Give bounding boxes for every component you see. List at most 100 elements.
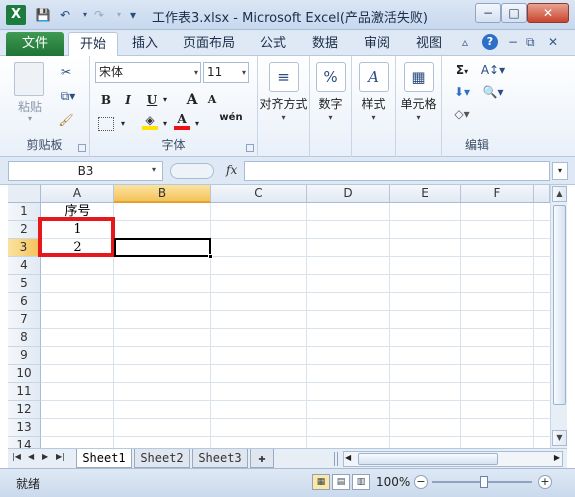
row-header-9[interactable]: 9	[8, 347, 41, 365]
paste-dropdown-icon[interactable]: ▾	[28, 114, 32, 123]
font-size-combo[interactable]: 11 ▾	[203, 62, 249, 83]
clipboard-launcher-icon[interactable]	[78, 144, 86, 152]
excel-logo-icon[interactable]: X	[6, 5, 26, 25]
scroll-right-icon[interactable]: ▶	[554, 453, 560, 462]
redo-icon[interactable]: ↷	[90, 6, 108, 24]
tab-page-layout[interactable]: 页面布局	[176, 32, 242, 56]
fill-color-icon[interactable]: ◈	[142, 112, 158, 130]
column-header-b[interactable]: B	[114, 185, 211, 203]
doc-close-icon[interactable]: ✕	[548, 35, 558, 49]
vertical-scroll-thumb[interactable]	[553, 205, 566, 405]
row-header-10[interactable]: 10	[8, 365, 41, 383]
copy-icon[interactable]: ⧉▾	[56, 86, 80, 106]
fill-icon[interactable]: ⬇▾	[450, 82, 474, 102]
borders-icon[interactable]	[98, 117, 114, 131]
row-header-12[interactable]: 12	[8, 401, 41, 419]
grow-font-button[interactable]: A	[184, 90, 200, 110]
row-header-1[interactable]: 1	[8, 203, 41, 221]
normal-view-icon[interactable]: ▦	[312, 474, 330, 490]
tab-file[interactable]: 文件	[6, 32, 64, 56]
row-header-14[interactable]: 14	[8, 437, 41, 448]
sheet-tab-sheet2[interactable]: Sheet2	[134, 449, 190, 468]
paste-button[interactable]: 粘贴	[10, 98, 50, 115]
autosum-button[interactable]: Σ▾	[450, 60, 474, 80]
formula-input[interactable]	[244, 161, 550, 181]
tab-home[interactable]: 开始	[68, 32, 118, 57]
tab-review[interactable]: 审阅	[354, 32, 400, 56]
italic-button[interactable]: I	[120, 90, 136, 110]
find-select-icon[interactable]: 🔍▾	[480, 82, 506, 102]
select-all-corner[interactable]	[8, 185, 41, 203]
active-cell-B3[interactable]	[114, 238, 211, 257]
doc-restore-icon[interactable]: ⧉	[526, 35, 535, 50]
format-painter-icon[interactable]: 🖌	[56, 110, 76, 130]
row-header-4[interactable]: 4	[8, 257, 41, 275]
undo-icon[interactable]: ↶	[56, 6, 74, 24]
name-box[interactable]: B3	[8, 161, 163, 181]
column-header-c[interactable]: C	[211, 185, 307, 203]
doc-minimize-icon[interactable]: −	[508, 35, 518, 49]
tab-formulas[interactable]: 公式	[250, 32, 296, 56]
zoom-in-icon[interactable]: +	[538, 475, 552, 489]
zoom-level[interactable]: 100%	[376, 475, 410, 489]
zoom-out-icon[interactable]: −	[414, 475, 428, 489]
column-header-a[interactable]: A	[41, 185, 114, 203]
borders-dropdown-icon[interactable]: ▾	[118, 114, 128, 134]
help-icon[interactable]: ?	[482, 34, 498, 50]
minimize-button[interactable]: −	[475, 3, 501, 23]
row-header-13[interactable]: 13	[8, 419, 41, 437]
prev-sheet-icon[interactable]: ◀	[28, 452, 34, 461]
font-name-combo[interactable]: 宋体 ▾	[95, 62, 201, 83]
underline-button[interactable]: U	[144, 90, 160, 110]
sheet-tab-sheet3[interactable]: Sheet3	[192, 449, 248, 468]
insert-sheet-icon[interactable]: ✚	[250, 449, 274, 468]
sort-filter-icon[interactable]: A↕▾	[480, 60, 506, 80]
vertical-scrollbar[interactable]: ▲ ▼	[550, 185, 567, 448]
row-header-6[interactable]: 6	[8, 293, 41, 311]
bold-button[interactable]: B	[98, 90, 114, 110]
clear-icon[interactable]: ◇▾	[450, 104, 474, 124]
scroll-down-icon[interactable]: ▼	[552, 430, 567, 446]
first-sheet-icon[interactable]: |◀	[12, 452, 21, 461]
cells-group[interactable]: ▦ 单元格 ▾	[396, 56, 442, 157]
row-header-8[interactable]: 8	[8, 329, 41, 347]
horizontal-scrollbar[interactable]: ◀ ▶	[343, 451, 563, 467]
worksheet-grid[interactable]: ABCDEF 1 2 3 4 5 6 7 8 9 10 11 12 13 14 序号 1 2	[8, 185, 550, 448]
font-color-dropdown-icon[interactable]: ▾	[192, 114, 202, 134]
tab-data[interactable]: 数据	[302, 32, 348, 56]
font-color-button[interactable]: A	[174, 111, 190, 130]
maximize-button[interactable]: □	[501, 3, 527, 23]
insert-function-icon[interactable]: fx	[226, 163, 237, 177]
next-sheet-icon[interactable]: ▶	[42, 452, 48, 461]
formula-expand-handle[interactable]	[170, 163, 214, 179]
horizontal-scroll-thumb[interactable]	[358, 453, 498, 465]
row-header-5[interactable]: 5	[8, 275, 41, 293]
number-group[interactable]: % 数字 ▾	[310, 56, 352, 157]
row-header-11[interactable]: 11	[8, 383, 41, 401]
row-header-2[interactable]: 2	[8, 221, 41, 239]
column-header-f[interactable]: F	[461, 185, 534, 203]
name-box-dropdown-icon[interactable]: ▾	[152, 165, 156, 174]
underline-dropdown-icon[interactable]: ▾	[160, 90, 170, 110]
cut-icon[interactable]: ✂	[56, 62, 76, 82]
page-layout-view-icon[interactable]: ▤	[332, 474, 350, 490]
paste-icon[interactable]	[14, 62, 44, 96]
shrink-font-button[interactable]: A	[204, 90, 220, 110]
fill-handle[interactable]	[208, 254, 213, 259]
alignment-group[interactable]: ≡ 对齐方式 ▾	[258, 56, 310, 157]
scroll-up-icon[interactable]: ▲	[552, 186, 567, 202]
styles-group[interactable]: A 样式 ▾	[352, 56, 396, 157]
column-header-e[interactable]: E	[390, 185, 461, 203]
fill-color-dropdown-icon[interactable]: ▾	[160, 114, 170, 134]
phonetic-button[interactable]: wén	[216, 112, 246, 132]
formula-bar-expand-icon[interactable]: ▾	[552, 162, 568, 180]
close-button[interactable]: ✕	[527, 3, 569, 23]
zoom-slider-knob[interactable]	[480, 476, 488, 488]
row-header-7[interactable]: 7	[8, 311, 41, 329]
tab-view[interactable]: 视图	[406, 32, 452, 56]
column-header-d[interactable]: D	[307, 185, 390, 203]
row-header-3[interactable]: 3	[8, 239, 41, 257]
tab-split-handle[interactable]	[334, 452, 338, 466]
sheet-tab-sheet1[interactable]: Sheet1	[76, 449, 132, 468]
scroll-left-icon[interactable]: ◀	[345, 453, 351, 462]
